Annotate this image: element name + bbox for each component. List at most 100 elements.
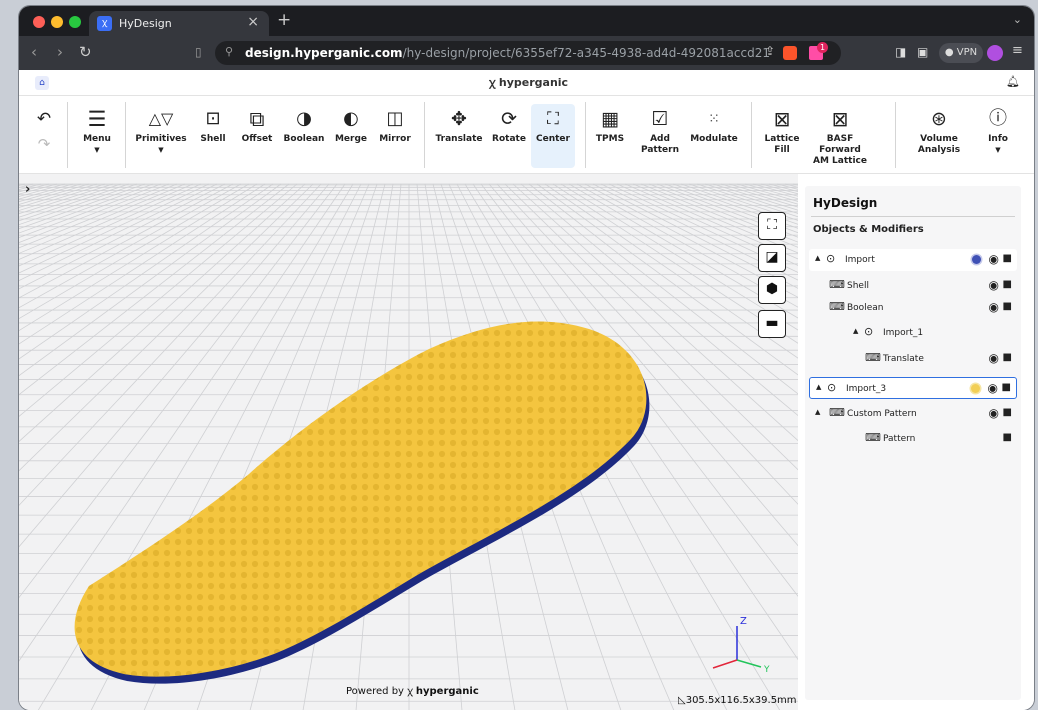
redo-icon[interactable]: ↷	[33, 134, 55, 154]
collapse-caret-icon[interactable]: ▲	[816, 383, 821, 391]
fit-view-icon: ⛶	[767, 217, 777, 233]
tree-item-import-3[interactable]: ▲ ⊙ Import_3 ◉ ■	[809, 377, 1017, 399]
lattice-fill-icon: ⊠	[773, 107, 791, 131]
rotate-label: Rotate	[492, 134, 526, 144]
boolean-button[interactable]: ◑ Boolean	[281, 104, 327, 168]
trash-icon[interactable]: ■	[1002, 382, 1011, 393]
tpms-button[interactable]: ▦ TPMS	[593, 104, 627, 168]
offset-button[interactable]: ⧉ Offset	[237, 104, 277, 168]
lattice-fill-button[interactable]: ⊠ Lattice Fill	[761, 104, 803, 168]
rewards-badge: 1	[817, 42, 828, 53]
tree-item-translate[interactable]: ⌨ Translate ◉ ■	[809, 348, 1017, 370]
close-window-icon[interactable]	[33, 16, 45, 28]
toolbar-divider	[751, 102, 752, 168]
objects-panel-inner: HyDesign Objects & Modifiers ▲ ⊙ Import …	[805, 186, 1021, 700]
mirror-button[interactable]: ◫ Mirror	[375, 104, 415, 168]
browser-menu-icon[interactable]: ≡	[1012, 43, 1023, 58]
merge-button[interactable]: ◐ Merge	[331, 104, 371, 168]
url-bar[interactable]: ⚲ design.hyperganic.com/hy-design/projec…	[215, 41, 841, 65]
trash-icon[interactable]: ■	[1003, 301, 1012, 312]
eye-icon[interactable]: ◉	[989, 351, 999, 365]
eye-icon[interactable]: ◉	[989, 252, 999, 266]
tree-item-pattern[interactable]: ⌨ Pattern ■	[809, 428, 1017, 450]
color-swatch[interactable]	[971, 384, 980, 393]
add-pattern-button[interactable]: ☑ Add Pattern	[637, 104, 683, 168]
menu-button[interactable]: ☰ Menu ▼	[79, 104, 115, 168]
volume-analysis-button[interactable]: ⊛ Volume Analysis	[915, 104, 963, 168]
new-tab-button[interactable]: +	[277, 10, 291, 30]
shell-button[interactable]: ⊡ Shell	[195, 104, 231, 168]
undo-button[interactable]: ↶ ↷	[33, 104, 55, 168]
tree-item-import[interactable]: ▲ ⊙ Import ◉ ■	[809, 249, 1017, 271]
collapse-caret-icon[interactable]: ▲	[815, 254, 820, 262]
powered-by: Powered by ꭓ hyperganic	[346, 683, 479, 697]
section-icon: ▬	[765, 315, 779, 331]
modulate-button[interactable]: ⁙ Modulate	[687, 104, 741, 168]
collapse-caret-icon[interactable]: ▲	[815, 408, 820, 416]
share-icon[interactable]: ⇪	[765, 44, 775, 58]
tree-item-custom-pattern[interactable]: ▲ ⌨ Custom Pattern ◉ ■	[809, 403, 1017, 425]
profile-avatar[interactable]	[987, 45, 1003, 61]
vpn-dot-icon: ●	[944, 47, 957, 58]
eye-icon[interactable]: ◉	[989, 300, 999, 314]
section-view-button[interactable]: ▬	[758, 310, 786, 338]
toolbar-divider	[125, 102, 126, 168]
3d-viewport[interactable]: Z Y › ⛶ ◪ ⬢ ▬ Powered by ꭓ hyperganic ◺3…	[19, 174, 798, 710]
vpn-button[interactable]: ● VPN	[939, 43, 983, 63]
tree-item-import-1[interactable]: ▲ ⊙ Import_1	[809, 322, 1017, 344]
mirror-icon: ◫	[386, 108, 404, 129]
forward-icon[interactable]: ›	[57, 43, 63, 61]
trash-icon[interactable]: ■	[1003, 253, 1012, 264]
eye-icon[interactable]: ◉	[988, 381, 998, 395]
tree-item-shell[interactable]: ⌨ Shell ◉ ■	[809, 275, 1017, 297]
expand-panel-chevron-icon[interactable]: ›	[25, 182, 30, 197]
modifier-node-icon: ⌨	[865, 431, 881, 444]
tree-item-boolean[interactable]: ⌨ Boolean ◉ ■	[809, 297, 1017, 319]
bookmark-icon[interactable]: ▯	[195, 45, 202, 59]
y-axis-label: Y	[763, 665, 770, 675]
wallet-icon[interactable]: ▣	[917, 45, 928, 59]
back-icon[interactable]: ‹	[31, 43, 37, 61]
site-info-icon[interactable]: ⚲	[225, 45, 233, 58]
translate-button[interactable]: ✥ Translate	[433, 104, 485, 168]
tab-list-chevron-icon[interactable]: ⌄	[1013, 13, 1022, 26]
view-mode-button[interactable]: ◪	[758, 244, 786, 272]
view-cube-button[interactable]: ⬢	[758, 276, 786, 304]
trash-icon[interactable]: ■	[1003, 432, 1012, 443]
caret-down-icon: ▼	[158, 146, 164, 154]
maximize-window-icon[interactable]	[69, 16, 81, 28]
primitives-button[interactable]: △▽ Primitives ▼	[133, 104, 189, 168]
brave-shield-icon[interactable]	[783, 46, 797, 60]
ground-grid: Z Y	[19, 174, 798, 710]
tab-hydesign[interactable]: ꭓ HyDesign ×	[89, 11, 269, 36]
info-button[interactable]: ⓘ Info ▼	[981, 104, 1015, 168]
modulate-icon: ⁙	[708, 111, 720, 127]
basf-lattice-button[interactable]: ⊠ BASF Forward AM Lattice	[805, 104, 875, 168]
tpms-label: TPMS	[595, 134, 625, 144]
eye-icon[interactable]: ◉	[989, 406, 999, 420]
center-button[interactable]: ⛶ Center	[531, 104, 575, 168]
toolbar-divider	[895, 102, 896, 168]
trash-icon[interactable]: ■	[1003, 279, 1012, 290]
trash-icon[interactable]: ■	[1003, 352, 1012, 363]
minimize-window-icon[interactable]	[51, 16, 63, 28]
rotate-button[interactable]: ⟳ Rotate	[489, 104, 529, 168]
info-icon: ⓘ	[989, 108, 1007, 129]
color-swatch[interactable]	[972, 255, 981, 264]
sidebar-toggle-icon[interactable]: ◨	[895, 45, 906, 59]
import-node-icon: ⊙	[826, 252, 836, 265]
bell-icon[interactable]: 🔔︎	[1006, 75, 1020, 88]
modifier-node-icon: ⌨	[829, 300, 845, 313]
primitives-label: Primitives	[135, 134, 187, 144]
basf-label-1: BASF Forward	[819, 134, 861, 155]
home-icon[interactable]: ⌂	[35, 76, 49, 90]
tab-close-icon[interactable]: ×	[247, 14, 259, 30]
collapse-caret-icon[interactable]: ▲	[853, 327, 858, 335]
fit-view-button[interactable]: ⛶	[758, 212, 786, 240]
reload-icon[interactable]: ↻	[79, 43, 92, 61]
modifier-node-icon: ⌨	[829, 406, 845, 419]
eye-icon[interactable]: ◉	[989, 278, 999, 292]
url-path: /hy-design/project/6355ef72-a345-4938-ad…	[402, 46, 770, 60]
toolbar-divider	[424, 102, 425, 168]
trash-icon[interactable]: ■	[1003, 407, 1012, 418]
